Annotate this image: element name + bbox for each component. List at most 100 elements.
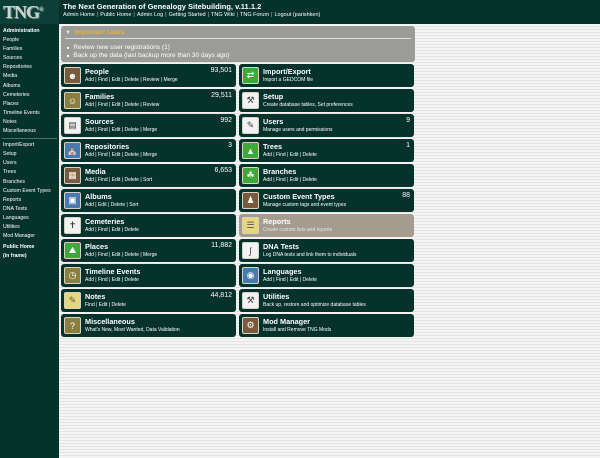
tile-timeline-events[interactable]: ◷ Timeline Events Add | Find | Edit | De… (61, 264, 236, 287)
sidebar-item-places[interactable]: Places (0, 100, 59, 109)
link-admin-home[interactable]: Admin Home (63, 12, 95, 18)
tile-title[interactable]: Reports (263, 217, 291, 226)
link-getting-started[interactable]: Getting Started (169, 12, 206, 18)
tile-title[interactable]: Miscellaneous (85, 317, 135, 326)
tile-actions[interactable]: Create custom lists and reports (263, 227, 332, 233)
tile-actions[interactable]: What's New, Most Wanted, Data Validation (85, 327, 180, 333)
sidebar-item-public-home-frame[interactable]: (in frame) (0, 252, 59, 261)
tile-actions[interactable]: Add | Find | Edit | Delete (263, 177, 317, 183)
sidebar-item-sources[interactable]: Sources (0, 54, 59, 63)
tile-branches[interactable]: ☘ Branches Add | Find | Edit | Delete (239, 164, 414, 187)
tile-title[interactable]: Languages (263, 267, 302, 276)
sidebar-item-albums[interactable]: Albums (0, 82, 59, 91)
sidebar-item-reports[interactable]: Reports (0, 196, 59, 205)
tng-logo[interactable]: TNG® (3, 2, 44, 23)
tile-places[interactable]: ⛰ Places Add | Find | Edit | Delete | Me… (61, 239, 236, 262)
sidebar-item-miscellaneous[interactable]: Miscellaneous (0, 127, 59, 136)
tile-title[interactable]: Places (85, 242, 108, 251)
link-tng-forum[interactable]: TNG Forum (240, 12, 269, 18)
tasks-heading[interactable]: ▼ Important tasks (65, 29, 125, 36)
tile-actions[interactable]: Create database tables, Set preferences (263, 102, 353, 108)
tile-title[interactable]: Repositories (85, 142, 129, 151)
sidebar-item-notes[interactable]: Notes (0, 118, 59, 127)
tile-people[interactable]: ☻ People Add | Find | Edit | Delete | Re… (61, 64, 236, 87)
sidebar-item-people[interactable]: People (0, 36, 59, 45)
tile-actions[interactable]: Add | Find | Edit | Delete (263, 152, 317, 158)
tile-title[interactable]: People (85, 67, 109, 76)
tile-dna-tests[interactable]: ∫ DNA Tests Log DNA tests and link them … (239, 239, 414, 262)
tile-title[interactable]: Media (85, 167, 106, 176)
link-admin-log[interactable]: Admin Log (137, 12, 163, 18)
tile-title[interactable]: Branches (263, 167, 296, 176)
sidebar-item-setup[interactable]: Setup (0, 150, 59, 159)
tile-title[interactable]: Import/Export (263, 67, 311, 76)
sidebar-item-repositories[interactable]: Repositories (0, 63, 59, 72)
tile-mod-manager[interactable]: ⚙ Mod Manager Install and Remove TNG Mod… (239, 314, 414, 337)
tile-title[interactable]: Notes (85, 292, 105, 301)
tile-actions[interactable]: Import a GEDCOM file (263, 77, 313, 83)
sidebar-item-mod-manager[interactable]: Mod Manager (0, 232, 59, 241)
tile-title[interactable]: Users (263, 117, 283, 126)
tile-miscellaneous[interactable]: ? Miscellaneous What's New, Most Wanted,… (61, 314, 236, 337)
sidebar-item-dna-tests[interactable]: DNA Tests (0, 205, 59, 214)
tile-import-export[interactable]: ⇄ Import/Export Import a GEDCOM file (239, 64, 414, 87)
sidebar-item-public-home[interactable]: Public Home (0, 243, 59, 252)
tile-actions[interactable]: Back up, restore and optimize database t… (263, 302, 366, 308)
tile-actions[interactable]: Manage users and permissions (263, 127, 332, 133)
task-review-registrations[interactable]: Review new user registrations (1) (67, 44, 169, 51)
tile-actions[interactable]: Add | Find | Edit | Delete (85, 277, 139, 283)
tile-title[interactable]: Timeline Events (85, 267, 140, 276)
tile-title[interactable]: Trees (263, 142, 282, 151)
tile-title[interactable]: Albums (85, 192, 112, 201)
tile-setup[interactable]: ⚒ Setup Create database tables, Set pref… (239, 89, 414, 112)
sidebar-item-users[interactable]: Users (0, 159, 59, 168)
task-backup-data[interactable]: Back up the data (last backup more than … (67, 52, 229, 59)
link-logout[interactable]: Logout (parishken) (274, 12, 320, 18)
tile-actions[interactable]: Manage custom tags and event types (263, 202, 346, 208)
tile-actions[interactable]: Install and Remove TNG Mods (263, 327, 331, 333)
tile-title[interactable]: DNA Tests (263, 242, 299, 251)
tile-notes[interactable]: ✎ Notes Find | Edit | Delete 44,812 (61, 289, 236, 312)
tile-actions[interactable]: Add | Find | Edit | Delete | Merge (85, 127, 157, 133)
tile-repositories[interactable]: ⛪ Repositories Add | Find | Edit | Delet… (61, 139, 236, 162)
tile-languages[interactable]: ◉ Languages Add | Find | Edit | Delete (239, 264, 414, 287)
tile-actions[interactable]: Log DNA tests and link them to individua… (263, 252, 356, 258)
tile-actions[interactable]: Add | Find | Edit | Delete | Sort (85, 177, 152, 183)
tile-title[interactable]: Families (85, 92, 114, 101)
tile-actions[interactable]: Add | Find | Edit | Delete | Merge (85, 152, 157, 158)
sidebar-item-timeline-events[interactable]: Timeline Events (0, 109, 59, 118)
tile-trees[interactable]: ▲ Trees Add | Find | Edit | Delete 1 (239, 139, 414, 162)
tile-custom-event-types[interactable]: ♟ Custom Event Types Manage custom tags … (239, 189, 414, 212)
tile-sources[interactable]: ▤ Sources Add | Find | Edit | Delete | M… (61, 114, 236, 137)
tile-actions[interactable]: Add | Find | Edit | Delete (263, 277, 317, 283)
sidebar-item-families[interactable]: Families (0, 45, 59, 54)
tile-title[interactable]: Cemeteries (85, 217, 124, 226)
tile-title[interactable]: Custom Event Types (263, 192, 335, 201)
sidebar-item-utilities[interactable]: Utilities (0, 223, 59, 232)
tile-cemeteries[interactable]: ✝ Cemeteries Add | Find | Edit | Delete (61, 214, 236, 237)
tile-albums[interactable]: ▣ Albums Add | Edit | Delete | Sort (61, 189, 236, 212)
tile-reports[interactable]: ☰ Reports Create custom lists and report… (239, 214, 414, 237)
tile-media[interactable]: ▦ Media Add | Find | Edit | Delete | Sor… (61, 164, 236, 187)
collapse-triangle-icon[interactable]: ▼ (65, 30, 71, 36)
tile-title[interactable]: Setup (263, 92, 283, 101)
tile-title[interactable]: Mod Manager (263, 317, 310, 326)
tile-actions[interactable]: Add | Find | Edit | Delete | Merge (85, 252, 157, 258)
link-public-home[interactable]: Public Home (100, 12, 131, 18)
sidebar-item-custom-event-types[interactable]: Custom Event Types (0, 187, 59, 196)
tile-utilities[interactable]: ⚒ Utilities Back up, restore and optimiz… (239, 289, 414, 312)
tile-actions[interactable]: Add | Edit | Delete | Sort (85, 202, 138, 208)
sidebar-item-media[interactable]: Media (0, 72, 59, 81)
sidebar-item-languages[interactable]: Languages (0, 214, 59, 223)
link-tng-wiki[interactable]: TNG Wiki (211, 12, 235, 18)
sidebar-item-branches[interactable]: Branches (0, 178, 59, 187)
tile-actions[interactable]: Add | Find | Edit | Delete (85, 227, 139, 233)
tile-actions[interactable]: Add | Find | Edit | Delete | Review | Me… (85, 77, 178, 83)
sidebar-item-cemeteries[interactable]: Cemeteries (0, 91, 59, 100)
tile-families[interactable]: ☺ Families Add | Find | Edit | Delete | … (61, 89, 236, 112)
tile-actions[interactable]: Add | Find | Edit | Delete | Review (85, 102, 159, 108)
tile-users[interactable]: ✎ Users Manage users and permissions 9 (239, 114, 414, 137)
sidebar-item-administration[interactable]: Administration (0, 27, 59, 36)
sidebar-item-import-export[interactable]: Import/Export (0, 141, 59, 150)
sidebar-item-trees[interactable]: Trees (0, 168, 59, 177)
